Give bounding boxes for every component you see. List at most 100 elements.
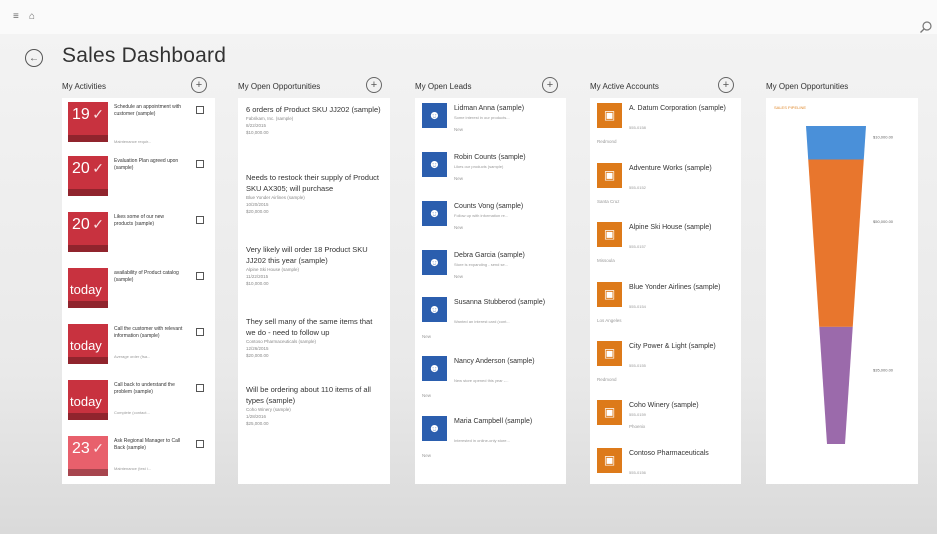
- activity-checkbox[interactable]: [196, 216, 204, 224]
- activity-subject: Evaluation Plan agreed upon (sample): [114, 158, 179, 171]
- account-card-icon: ▣: [597, 103, 622, 128]
- opportunity-account: Alpine Ski House (sample): [246, 267, 300, 272]
- account-phone: 555-0155: [629, 363, 646, 368]
- opportunity-item[interactable]: Very likely will order 18 Product SKU JJ…: [246, 244, 382, 287]
- opportunity-title: Very likely will order 18 Product SKU JJ…: [246, 245, 368, 265]
- account-item[interactable]: ▣ A. Datum Corporation (sample) 555-0158…: [590, 103, 741, 159]
- account-city: Redmond: [597, 377, 617, 382]
- contact-card-icon: ☻: [422, 201, 447, 226]
- back-button[interactable]: ←: [25, 49, 43, 67]
- lead-name: Lidman Anna (sample): [454, 105, 525, 112]
- lead-description: Interested in online-only store...: [454, 438, 510, 443]
- funnel-stage-label: $50,000.00: [873, 219, 894, 224]
- account-item[interactable]: ▣ Alpine Ski House (sample) 555-0157 Mis…: [590, 222, 741, 278]
- activity-item[interactable]: today Call back to understand the proble…: [62, 380, 215, 428]
- lead-description: Follow up with information re...: [454, 213, 509, 218]
- accounts-panel: ▣ A. Datum Corporation (sample) 555-0158…: [590, 98, 741, 484]
- account-card-icon: ▣: [597, 163, 622, 188]
- page-title: Sales Dashboard: [62, 44, 227, 67]
- lead-status: New: [422, 453, 432, 458]
- home-icon[interactable]: ⌂: [29, 11, 35, 22]
- plus-icon: +: [370, 78, 378, 91]
- account-name: Contoso Pharmaceuticals: [629, 450, 709, 457]
- lead-name: Nancy Anderson (sample): [454, 358, 535, 365]
- lead-item[interactable]: ☻ Lidman Anna (sample) Some interest in …: [415, 103, 566, 159]
- opportunity-item[interactable]: Will be ordering about 110 items of all …: [246, 384, 382, 427]
- opportunity-title: Needs to restock their supply of Product…: [246, 173, 379, 193]
- account-item[interactable]: ▣ City Power & Light (sample) 555-0155 R…: [590, 341, 741, 397]
- lead-item[interactable]: ☻ Nancy Anderson (sample) New store open…: [415, 356, 566, 412]
- chart-header: My Open Opportunities: [766, 82, 849, 91]
- account-phone: 555-0156: [629, 470, 646, 475]
- activity-checkbox[interactable]: [196, 272, 204, 280]
- funnel-stage-label: $10,000.00: [873, 135, 894, 140]
- funnel-stage-3[interactable]: [819, 326, 853, 444]
- activity-item[interactable]: today availability of Product catalog (s…: [62, 268, 215, 316]
- activity-subject: Ask Regional Manager to Call Back (sampl…: [114, 438, 181, 451]
- opportunity-account: Fabrikam, Inc. (sample): [246, 116, 294, 121]
- account-city: Redmond: [597, 139, 617, 144]
- activity-checkbox[interactable]: [196, 384, 204, 392]
- funnel-stage-2[interactable]: [808, 159, 864, 327]
- account-city: Phoenix: [629, 424, 646, 429]
- account-card-icon: ▣: [597, 400, 622, 425]
- account-city: Los Angeles: [597, 318, 622, 323]
- account-name: Alpine Ski House (sample): [629, 224, 712, 231]
- add-opportunity-button[interactable]: +: [366, 77, 382, 93]
- account-name: Adventure Works (sample): [629, 165, 712, 172]
- opportunity-item[interactable]: 6 orders of Product SKU JJ202 (sample) F…: [246, 104, 382, 136]
- lead-name: Robin Counts (sample): [454, 154, 526, 161]
- activity-item[interactable]: 20 ✓ Likes some of our new products (samp…: [62, 212, 215, 260]
- activity-item[interactable]: today Call the customer with relevant in…: [62, 324, 215, 372]
- lead-item[interactable]: ☻ Counts Vong (sample) Follow up with in…: [415, 201, 566, 257]
- lead-description: Likes our products (sample): [454, 164, 504, 169]
- leads-header: My Open Leads: [415, 82, 472, 91]
- lead-status: New: [422, 393, 432, 398]
- lead-item[interactable]: ☻ Maria Campbell (sample) Interested in …: [415, 416, 566, 472]
- activity-subject: Likes some of our new products (sample): [114, 214, 165, 227]
- activity-date: today: [70, 282, 102, 297]
- activity-checkbox[interactable]: [196, 160, 204, 168]
- funnel-stage-1[interactable]: [806, 126, 866, 160]
- account-phone: 555-0159: [629, 412, 646, 417]
- menu-icon[interactable]: ≡: [13, 11, 19, 22]
- contact-card-icon: ☻: [422, 416, 447, 441]
- calendar-check-icon: 19 ✓: [68, 102, 108, 142]
- contact-card-icon: ☻: [422, 152, 447, 177]
- activity-item[interactable]: 23 ✓ Ask Regional Manager to Call Back (s…: [62, 436, 215, 484]
- opportunity-revenue: $25,000.00: [246, 421, 269, 426]
- add-lead-button[interactable]: +: [542, 77, 558, 93]
- activity-date: 20: [72, 216, 90, 233]
- opportunities-panel: 6 orders of Product SKU JJ202 (sample) F…: [238, 98, 390, 484]
- contact-card-icon: ☻: [422, 250, 447, 275]
- lead-description: Wanted an interest card (cont...: [454, 319, 510, 324]
- account-name: City Power & Light (sample): [629, 343, 716, 350]
- opportunity-account: Blue Yonder Airlines (sample): [246, 195, 305, 200]
- lead-status: New: [454, 127, 464, 132]
- funnel-chart[interactable]: $10,000.00 $50,000.00 $35,000.00: [766, 98, 918, 484]
- add-account-button[interactable]: +: [718, 77, 734, 93]
- account-item[interactable]: ▣ Contoso Pharmaceuticals 555-0156: [590, 448, 741, 484]
- activity-checkbox[interactable]: [196, 106, 204, 114]
- search-icon[interactable]: [919, 20, 933, 34]
- account-phone: 555-0158: [629, 125, 646, 130]
- account-name: A. Datum Corporation (sample): [629, 105, 726, 112]
- calendar-check-icon: 23 ✓: [68, 436, 108, 476]
- account-phone: 555-0152: [629, 185, 646, 190]
- lead-item[interactable]: ☻ Robin Counts (sample) Likes our produc…: [415, 152, 566, 208]
- account-city: Missoula: [597, 258, 615, 263]
- activity-subject: Schedule an appointment with customer (s…: [114, 104, 181, 117]
- activity-item[interactable]: 20 ✓ Evaluation Plan agreed upon (sample): [62, 156, 215, 204]
- lead-item[interactable]: ☻ Susanna Stubberod (sample) Wanted an i…: [415, 297, 566, 353]
- lead-status: New: [454, 274, 464, 279]
- add-activity-button[interactable]: +: [191, 77, 207, 93]
- opportunity-item[interactable]: Needs to restock their supply of Product…: [246, 172, 382, 215]
- account-item[interactable]: ▣ Blue Yonder Airlines (sample) 555-0154…: [590, 282, 741, 338]
- activity-subject: Call back to understand the problem (sam…: [114, 382, 175, 395]
- activity-checkbox[interactable]: [196, 328, 204, 336]
- activity-checkbox[interactable]: [196, 440, 204, 448]
- account-item[interactable]: ▣ Adventure Works (sample) 555-0152 Sant…: [590, 163, 741, 219]
- opportunity-item[interactable]: They sell many of the same items that we…: [246, 316, 382, 359]
- activity-regarding: Maintenance (test i...: [114, 466, 152, 471]
- activity-item[interactable]: 19 ✓ Schedule an appointment with custome…: [62, 102, 215, 150]
